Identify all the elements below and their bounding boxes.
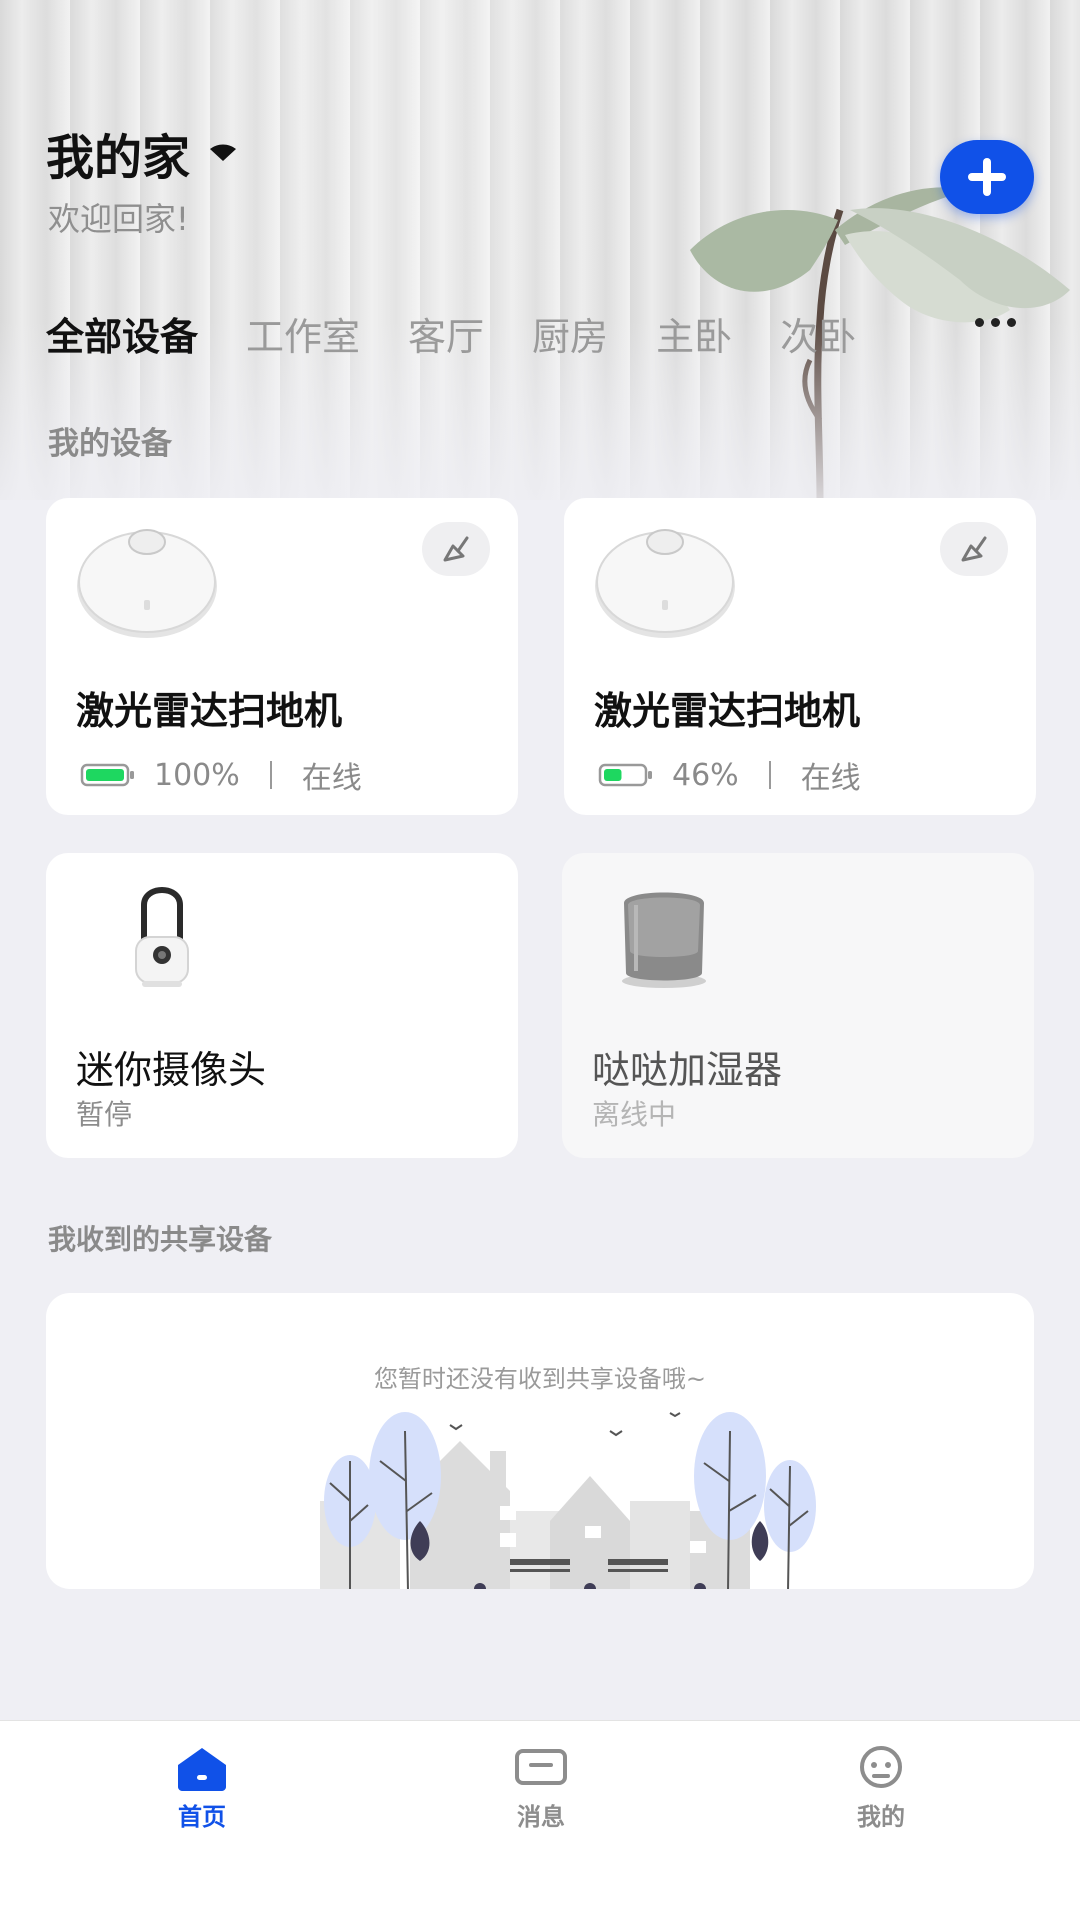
caret-down-icon: [210, 144, 237, 161]
robot-vacuum-image: [77, 529, 217, 638]
device-status: 离线中: [592, 1098, 677, 1131]
device-name: 激光雷达扫地机: [594, 689, 861, 733]
device-card-mini-camera[interactable]: 迷你摄像头 暂停: [46, 853, 518, 1158]
battery-percent: 100%: [154, 757, 240, 793]
camera-image: [135, 887, 189, 987]
more-tabs-icon[interactable]: [975, 318, 1016, 327]
tab-studio[interactable]: 工作室: [246, 306, 360, 361]
home-icon: [178, 1748, 226, 1791]
device-name: 迷你摄像头: [76, 1048, 267, 1092]
plus-icon: [968, 158, 1006, 196]
nav-home[interactable]: 首页: [122, 1745, 282, 1832]
room-tabs: 全部设备 工作室 客厅 厨房 主卧 次卧: [46, 306, 904, 361]
profile-icon: [860, 1746, 902, 1788]
nav-messages-label: 消息: [517, 1803, 565, 1831]
shared-devices-title: 我收到的共享设备: [48, 1223, 273, 1256]
tab-living-room[interactable]: 客厅: [408, 306, 484, 361]
battery-icon: [80, 763, 134, 787]
humidifier-image: [622, 892, 706, 988]
bottom-navigation: 首页 消息 我的: [0, 1720, 1080, 1920]
device-name: 激光雷达扫地机: [76, 689, 343, 733]
shared-devices-empty-card: 您暂时还没有收到共享设备哦~: [46, 1293, 1034, 1589]
device-card-robot-vacuum-1[interactable]: 激光雷达扫地机 100% 在线: [46, 498, 518, 815]
home-selector[interactable]: 我的家: [46, 118, 238, 188]
battery-icon: [598, 763, 652, 787]
divider: [768, 761, 771, 789]
houses-illustration: [320, 1412, 816, 1589]
online-status: 在线: [301, 761, 362, 796]
nav-messages[interactable]: 消息: [461, 1745, 621, 1832]
message-icon: [515, 1749, 567, 1785]
add-device-button[interactable]: [940, 140, 1034, 214]
broom-icon[interactable]: [940, 522, 1008, 576]
device-status-row: 100% 在线: [80, 753, 362, 797]
tab-all-devices[interactable]: 全部设备: [46, 306, 198, 361]
broom-icon[interactable]: [422, 522, 490, 576]
divider: [269, 761, 272, 789]
tab-kitchen[interactable]: 厨房: [532, 306, 608, 361]
nav-home-label: 首页: [178, 1803, 226, 1831]
nav-profile[interactable]: 我的: [801, 1745, 961, 1832]
battery-percent: 46%: [672, 757, 739, 793]
tab-master-bedroom[interactable]: 主卧: [656, 306, 732, 361]
device-name: 哒哒加湿器: [592, 1048, 783, 1092]
device-status-row: 46% 在线: [598, 753, 861, 797]
device-status: 暂停: [76, 1098, 133, 1131]
nav-profile-label: 我的: [857, 1803, 905, 1831]
tab-second-bedroom[interactable]: 次卧: [780, 306, 856, 361]
device-card-robot-vacuum-2[interactable]: 激光雷达扫地机 46% 在线: [564, 498, 1036, 815]
device-card-humidifier[interactable]: 哒哒加湿器 离线中: [562, 853, 1034, 1158]
welcome-text: 欢迎回家!: [48, 200, 189, 238]
home-name: 我的家: [46, 130, 191, 186]
empty-state-text: 您暂时还没有收到共享设备哦~: [373, 1365, 707, 1393]
robot-vacuum-image: [595, 529, 735, 638]
online-status: 在线: [800, 761, 861, 796]
my-devices-title: 我的设备: [48, 426, 172, 462]
